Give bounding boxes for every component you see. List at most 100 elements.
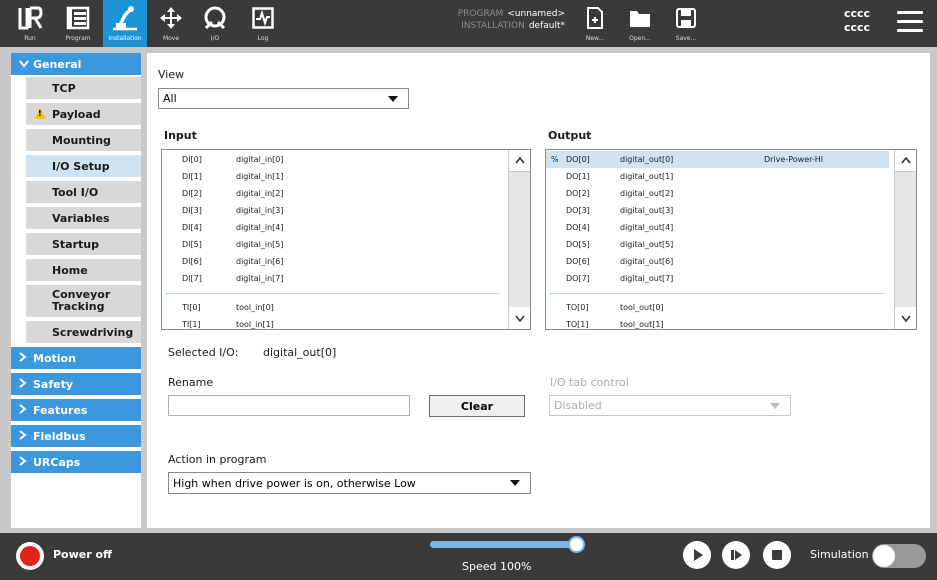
list-item[interactable]: DI[7] digital_in[7] <box>162 270 503 287</box>
tab-move[interactable]: Move <box>156 0 186 47</box>
io-tab-control-dropdown[interactable]: Disabled <box>549 395 791 416</box>
io-id: DI[7] <box>182 274 202 283</box>
action-in-program-dropdown[interactable]: High when drive power is on, otherwise L… <box>168 472 531 494</box>
list-item[interactable]: DI[6] digital_in[6] <box>162 253 503 270</box>
new-button[interactable]: New... <box>580 0 610 47</box>
io-id: DO[7] <box>566 274 590 283</box>
io-icon <box>202 3 228 33</box>
sidebar-item-variables[interactable]: Variables <box>26 207 141 229</box>
warning-icon <box>34 108 46 119</box>
play-button[interactable] <box>683 541 711 569</box>
chevron-up-icon[interactable] <box>895 150 916 172</box>
rename-input[interactable] <box>168 395 410 416</box>
io-name: digital_out[7] <box>620 274 674 283</box>
output-list[interactable]: % DO[0] digital_out[0] Drive-Power-HI DO[1] d… <box>545 149 917 330</box>
list-item[interactable]: DI[4] digital_in[4] <box>162 219 503 236</box>
list-item[interactable]: TO[1] tool_out[1] <box>546 316 889 329</box>
output-heading: Output <box>548 129 592 142</box>
step-icon <box>731 550 742 560</box>
sidebar-item-screwdriving[interactable]: Screwdriving <box>26 321 141 343</box>
list-item[interactable]: DI[5] digital_in[5] <box>162 236 503 253</box>
user-line-2: cccc <box>844 21 871 34</box>
power-icon <box>20 546 40 566</box>
tab-program-label: Program <box>65 35 91 42</box>
input-list[interactable]: DI[0] digital_in[0] DI[1] digital_in[1] DI[2… <box>161 149 531 330</box>
chevron-right-icon <box>19 429 33 443</box>
speed-slider[interactable] <box>430 541 577 548</box>
simulation-toggle[interactable] <box>872 544 926 568</box>
sidebar-item-payload[interactable]: Payload <box>26 103 141 125</box>
io-name: digital_out[5] <box>620 240 674 249</box>
io-tab-control-label: I/O tab control <box>550 376 629 389</box>
ur-logo-icon <box>17 3 43 33</box>
io-name: digital_in[7] <box>236 274 284 283</box>
chevron-up-icon[interactable] <box>509 150 530 172</box>
stop-button[interactable] <box>763 541 791 569</box>
sidebar-item-tcp[interactable]: TCP <box>26 77 141 99</box>
list-item[interactable]: DO[4] digital_out[4] <box>546 219 889 236</box>
sidebar-section-features[interactable]: Features <box>11 399 141 421</box>
tab-move-label: Move <box>162 35 180 42</box>
sidebar-item-home[interactable]: Home <box>26 259 141 281</box>
list-item[interactable]: DO[3] digital_out[3] <box>546 202 889 219</box>
group-divider <box>550 293 885 294</box>
user-info: cccc cccc <box>844 7 870 35</box>
save-button[interactable]: Save... <box>670 0 702 47</box>
program-icon <box>66 3 90 33</box>
io-name: digital_in[3] <box>236 206 284 215</box>
chevron-down-icon[interactable] <box>895 307 916 329</box>
sidebar-section-general[interactable]: General <box>11 53 141 75</box>
sidebar-section-safety[interactable]: Safety <box>11 373 141 395</box>
sidebar-item-startup[interactable]: Startup <box>26 233 141 255</box>
sidebar-item-io-setup[interactable]: I/O Setup <box>26 155 141 177</box>
clear-button[interactable]: Clear <box>429 395 525 417</box>
open-button[interactable]: Open... <box>624 0 656 47</box>
new-label: New... <box>585 35 605 42</box>
io-id: TI[0] <box>182 303 201 312</box>
tab-io[interactable]: I/O <box>199 0 231 47</box>
dropdown-arrow-icon <box>510 480 520 486</box>
view-dropdown[interactable]: All <box>158 88 409 109</box>
hamburger-menu-icon[interactable] <box>897 11 923 35</box>
sidebar-section-label: Features <box>33 403 88 417</box>
io-id: TO[0] <box>566 303 589 312</box>
list-item[interactable]: DI[0] digital_in[0] <box>162 151 503 168</box>
sidebar-item-label: Startup <box>52 237 99 251</box>
power-button[interactable] <box>16 542 44 570</box>
tab-installation[interactable]: Installation <box>103 0 147 47</box>
play-icon <box>694 549 703 561</box>
list-item[interactable]: DO[5] digital_out[5] <box>546 236 889 253</box>
step-button[interactable] <box>722 541 750 569</box>
list-item[interactable]: DI[2] digital_in[2] <box>162 185 503 202</box>
list-item[interactable]: TO[0] tool_out[0] <box>546 299 889 316</box>
list-item[interactable]: DO[2] digital_out[2] <box>546 185 889 202</box>
speed-slider-handle[interactable] <box>568 536 585 553</box>
sidebar-section-fieldbus[interactable]: Fieldbus <box>11 425 141 447</box>
tab-program[interactable]: Program <box>58 0 98 47</box>
sidebar-item-tool-io[interactable]: Tool I/O <box>26 181 141 203</box>
user-line-1: cccc <box>844 7 871 20</box>
footer-bar: Power off Speed 100% Simulation <box>0 533 937 580</box>
selected-io-value: digital_out[0] <box>263 346 337 359</box>
list-item[interactable]: DI[1] digital_in[1] <box>162 168 503 185</box>
input-scrollbar[interactable] <box>508 150 530 329</box>
list-item[interactable]: TI[1] tool_in[1] <box>162 316 503 329</box>
sidebar-item-label: Payload <box>52 107 101 121</box>
dropdown-arrow-icon <box>770 402 780 409</box>
list-item[interactable]: DI[3] digital_in[3] <box>162 202 503 219</box>
list-item[interactable]: DO[7] digital_out[7] <box>546 270 889 287</box>
tab-log[interactable]: Log <box>248 0 278 47</box>
list-item[interactable]: DO[6] digital_out[6] <box>546 253 889 270</box>
sidebar-item-conveyor-tracking[interactable]: Conveyor Tracking <box>26 285 141 317</box>
sidebar-item-mounting[interactable]: Mounting <box>26 129 141 151</box>
io-name: digital_in[6] <box>236 257 284 266</box>
sidebar-section-motion[interactable]: Motion <box>11 347 141 369</box>
list-item[interactable]: % DO[0] digital_out[0] Drive-Power-HI <box>546 151 889 168</box>
chevron-down-icon[interactable] <box>509 307 530 329</box>
list-item[interactable]: TI[0] tool_in[0] <box>162 299 503 316</box>
sidebar-section-urcaps[interactable]: URCaps <box>11 451 141 473</box>
tab-run[interactable]: Run <box>12 0 48 47</box>
list-item[interactable]: DO[1] digital_out[1] <box>546 168 889 185</box>
sidebar-item-label: Conveyor Tracking <box>52 288 111 313</box>
output-scrollbar[interactable] <box>894 150 916 329</box>
